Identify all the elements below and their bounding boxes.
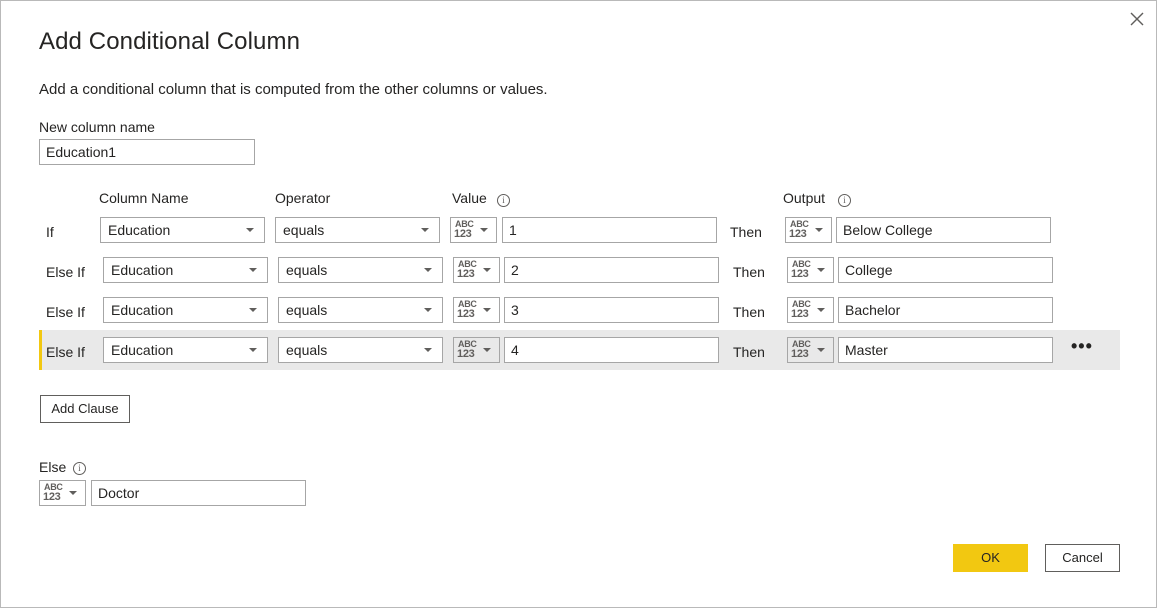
chevron-down-icon [424, 308, 432, 312]
chevron-down-icon [483, 348, 491, 352]
number-type-icon: 123 [791, 268, 809, 280]
number-type-icon: 123 [457, 348, 475, 360]
clause-operator-select[interactable]: equals [278, 257, 443, 283]
else-type-button[interactable]: ABC 123 [39, 480, 86, 506]
clause-value-input[interactable] [504, 297, 719, 323]
chevron-down-icon [483, 268, 491, 272]
dialog-title: Add Conditional Column [39, 28, 301, 55]
clause-keyword: If [46, 224, 54, 240]
else-label: Else [39, 459, 67, 475]
number-type-icon: 123 [789, 228, 807, 240]
chevron-down-icon [424, 268, 432, 272]
clause-keyword: Else If [46, 304, 85, 320]
output-type-button[interactable]: ABC 123 [787, 257, 834, 283]
clause-value-input[interactable] [504, 337, 719, 363]
output-header: Output [783, 190, 826, 206]
new-column-name-input[interactable] [39, 139, 255, 165]
number-type-icon: 123 [43, 491, 61, 503]
clause-column-value: Education [111, 302, 174, 318]
then-label: Then [733, 264, 765, 280]
chevron-down-icon [246, 228, 254, 232]
number-type-icon: 123 [457, 308, 475, 320]
chevron-down-icon [249, 268, 257, 272]
chevron-down-icon [480, 228, 488, 232]
clause-keyword: Else If [46, 264, 85, 280]
clause-operator-value: equals [283, 222, 325, 238]
value-info-icon[interactable]: i [497, 194, 510, 207]
operator-header: Operator [275, 190, 331, 206]
number-type-icon: 123 [457, 268, 475, 280]
clause-column-value: Education [111, 342, 174, 358]
clause-keyword: Else If [46, 344, 85, 360]
number-type-icon: 123 [791, 308, 809, 320]
clause-column-select[interactable]: Education [100, 217, 265, 243]
else-info-icon[interactable]: i [73, 462, 86, 475]
chevron-down-icon [817, 268, 825, 272]
clause-column-select[interactable]: Education [103, 337, 268, 363]
clause-column-select[interactable]: Education [103, 257, 268, 283]
chevron-down-icon [817, 308, 825, 312]
chevron-down-icon [69, 491, 77, 495]
output-info-icon[interactable]: i [838, 194, 851, 207]
column-name-header: Column Name [99, 190, 189, 206]
clause-operator-value: equals [286, 342, 328, 358]
add-conditional-column-dialog: Add Conditional Column Add a conditional… [0, 0, 1157, 608]
chevron-down-icon [817, 348, 825, 352]
clause-operator-value: equals [286, 302, 328, 318]
then-label: Then [733, 304, 765, 320]
then-label: Then [730, 224, 762, 240]
clause-operator-select[interactable]: equals [278, 297, 443, 323]
dialog-subtitle: Add a conditional column that is compute… [39, 81, 548, 98]
chevron-down-icon [815, 228, 823, 232]
value-type-button[interactable]: ABC 123 [450, 217, 497, 243]
number-type-icon: 123 [791, 348, 809, 360]
chevron-down-icon [424, 348, 432, 352]
output-type-button[interactable]: ABC 123 [787, 337, 834, 363]
add-clause-button[interactable]: Add Clause [40, 395, 130, 423]
value-type-button[interactable]: ABC 123 [453, 297, 500, 323]
chevron-down-icon [249, 308, 257, 312]
clause-column-value: Education [108, 222, 171, 238]
ok-button[interactable]: OK [953, 544, 1028, 572]
chevron-down-icon [421, 228, 429, 232]
output-type-button[interactable]: ABC 123 [787, 297, 834, 323]
value-type-button[interactable]: ABC 123 [453, 257, 500, 283]
close-icon[interactable] [1127, 9, 1147, 29]
clause-output-input[interactable] [836, 217, 1051, 243]
value-type-button[interactable]: ABC 123 [453, 337, 500, 363]
output-type-button[interactable]: ABC 123 [785, 217, 832, 243]
chevron-down-icon [483, 308, 491, 312]
clause-operator-value: equals [286, 262, 328, 278]
clause-output-input[interactable] [838, 297, 1053, 323]
clause-value-input[interactable] [502, 217, 717, 243]
cancel-button[interactable]: Cancel [1045, 544, 1120, 572]
else-value-input[interactable] [91, 480, 306, 506]
number-type-icon: 123 [454, 228, 472, 240]
clause-column-value: Education [111, 262, 174, 278]
clause-output-input[interactable] [838, 257, 1053, 283]
clause-operator-select[interactable]: equals [275, 217, 440, 243]
more-options-button[interactable]: ••• [1071, 337, 1095, 359]
value-header: Value [452, 190, 487, 206]
clause-column-select[interactable]: Education [103, 297, 268, 323]
clause-value-input[interactable] [504, 257, 719, 283]
chevron-down-icon [249, 348, 257, 352]
clause-operator-select[interactable]: equals [278, 337, 443, 363]
then-label: Then [733, 344, 765, 360]
clause-output-input[interactable] [838, 337, 1053, 363]
new-column-name-label: New column name [39, 119, 155, 135]
